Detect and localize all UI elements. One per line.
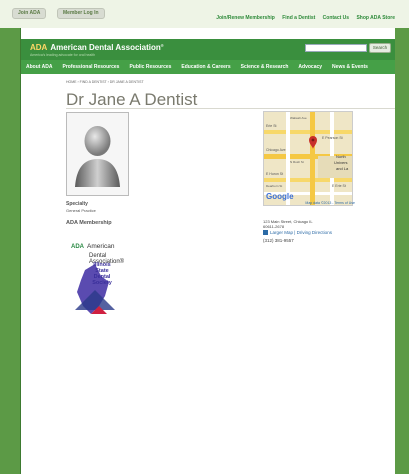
top-links: Join/Renew Membership Find a Dentist Con… bbox=[210, 15, 395, 21]
nav-professional-resources[interactable]: Professional Resources bbox=[57, 64, 124, 70]
top-utility-bar: Join ADA Member Log In Join/Renew Member… bbox=[0, 0, 409, 28]
breadcrumb-separator: › bbox=[77, 80, 79, 84]
map-street-label: Dearborn St bbox=[266, 184, 283, 188]
phone-number: (312) 381-9557 bbox=[263, 238, 294, 243]
join-ada-button[interactable]: Join ADA bbox=[12, 8, 47, 19]
ada-header-logo[interactable]: ADA American Dental Association® bbox=[30, 43, 164, 52]
breadcrumb-current: DR JANE A DENTIST bbox=[109, 80, 144, 84]
join-renew-link[interactable]: Join/Renew Membership bbox=[216, 15, 275, 21]
page-content: ADA American Dental Association® America'… bbox=[21, 28, 395, 474]
ada-logo-line1: American bbox=[87, 243, 115, 250]
map-links[interactable]: Larger Map | Driving Directions bbox=[263, 230, 332, 235]
nav-science-research[interactable]: Science & Research bbox=[236, 64, 294, 70]
isds-line4: Society bbox=[92, 280, 112, 286]
membership-label: ADA Membership bbox=[66, 220, 112, 226]
breadcrumb: HOME › FIND A DENTIST › DR JANE A DENTIS… bbox=[66, 80, 144, 84]
contact-us-link[interactable]: Contact Us bbox=[323, 15, 349, 21]
ada-member-logo: ADA American Dental Association® bbox=[71, 235, 131, 265]
map-street-label: E Pearson St bbox=[322, 136, 343, 140]
title-divider bbox=[66, 108, 395, 109]
logo-abbr: ADA bbox=[30, 43, 48, 52]
map-street-label: Chicago Ave bbox=[266, 148, 286, 152]
main-nav: About ADA Professional Resources Public … bbox=[21, 60, 395, 74]
logo-name: American Dental Association bbox=[50, 43, 161, 52]
breadcrumb-find-dentist[interactable]: FIND A DENTIST bbox=[80, 80, 107, 84]
nav-about-ada[interactable]: About ADA bbox=[21, 64, 57, 70]
map-place-label: Univers bbox=[334, 160, 348, 165]
address-zip: 60611-2678 bbox=[263, 224, 285, 229]
map-street-label: E Huron St bbox=[266, 172, 284, 176]
map-place-label: North bbox=[336, 154, 346, 159]
isds-logo-text: Illinois State Dental Society bbox=[85, 262, 119, 286]
right-background bbox=[395, 28, 409, 474]
google-logo[interactable]: Google bbox=[266, 192, 294, 201]
map-link-icon bbox=[263, 230, 268, 235]
specialty-value: General Practice bbox=[66, 208, 96, 213]
search-input[interactable] bbox=[305, 44, 367, 52]
map-street-label: N Rush St bbox=[290, 160, 304, 164]
page-title: Dr Jane A Dentist bbox=[66, 90, 198, 109]
nav-public-resources[interactable]: Public Resources bbox=[124, 64, 176, 70]
shop-ada-store-link[interactable]: Shop ADA Store bbox=[356, 15, 395, 21]
member-login-button[interactable]: Member Log In bbox=[57, 8, 105, 19]
breadcrumb-separator: › bbox=[107, 80, 109, 84]
map-street-label: E Erie St bbox=[332, 184, 346, 188]
ada-logo-abbr: ADA bbox=[71, 244, 84, 250]
nav-education-careers[interactable]: Education & Careers bbox=[176, 64, 235, 70]
map-attribution[interactable]: Map data ©2013 - Terms of Use bbox=[261, 201, 355, 205]
dentist-photo bbox=[66, 112, 129, 196]
nav-news-events[interactable]: News & Events bbox=[327, 64, 373, 70]
find-dentist-link[interactable]: Find a Dentist bbox=[282, 15, 315, 21]
location-map[interactable]: Erie St E Huron St E Pearson St Chicago … bbox=[263, 111, 353, 206]
isds-logo: Illinois State Dental Society bbox=[71, 262, 119, 318]
map-place-label: and La bbox=[336, 166, 349, 171]
logo-reg: ® bbox=[160, 43, 164, 48]
map-links-text[interactable]: Larger Map | Driving Directions bbox=[270, 230, 332, 235]
breadcrumb-home[interactable]: HOME bbox=[66, 80, 77, 84]
map-street-label: Erie St bbox=[266, 124, 277, 128]
nav-advocacy[interactable]: Advocacy bbox=[293, 64, 327, 70]
specialty-label: Specialty bbox=[66, 201, 88, 207]
header-tagline: America's leading advocate for oral heal… bbox=[30, 53, 96, 57]
avatar-placeholder-icon bbox=[75, 126, 120, 187]
site-header: ADA American Dental Association® America'… bbox=[21, 39, 395, 62]
map-street-label: Wabash Ave bbox=[290, 116, 307, 120]
left-background bbox=[0, 28, 21, 474]
search-button[interactable]: Search bbox=[369, 43, 391, 53]
